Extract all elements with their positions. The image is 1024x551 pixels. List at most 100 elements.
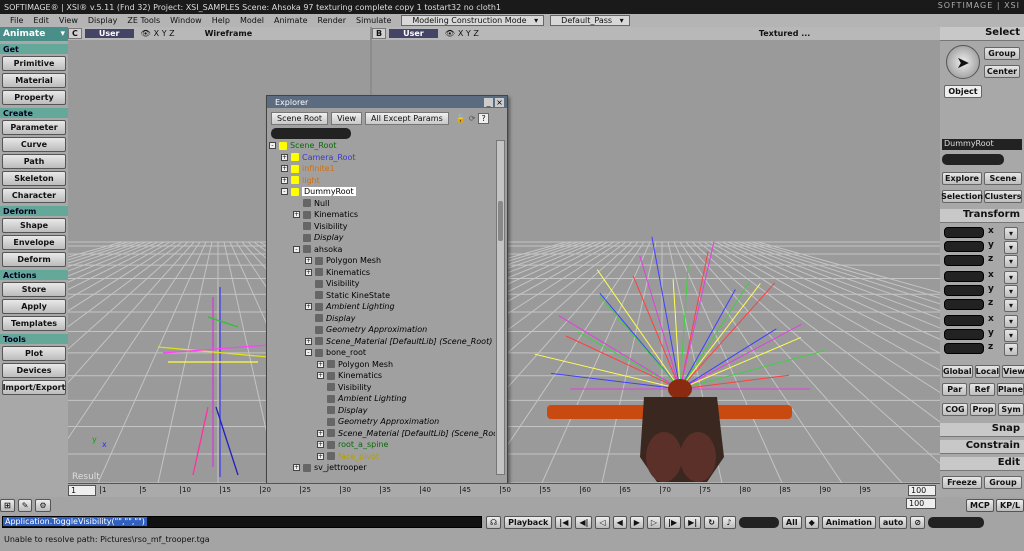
arrow-select-icon[interactable]: ➤	[946, 45, 980, 79]
pass-dropdown[interactable]: Default_Pass ▾	[550, 15, 630, 26]
expand-toggle-icon[interactable]: -	[269, 142, 276, 150]
transform-field[interactable]	[944, 271, 984, 282]
transform-field[interactable]	[944, 299, 984, 310]
expand-toggle-icon[interactable]: +	[317, 452, 324, 460]
command-line[interactable]: Application.ToggleVisibility("","","")	[2, 516, 482, 528]
primitive-button[interactable]: Primitive	[2, 56, 66, 71]
apply-button[interactable]: Apply	[2, 299, 66, 314]
shape-button[interactable]: Shape	[2, 218, 66, 233]
scene-button[interactable]: Scene	[984, 172, 1022, 185]
explorer-search-input[interactable]	[271, 128, 351, 139]
viewport-b-letter[interactable]: B	[372, 28, 387, 39]
edit-header[interactable]: Edit	[940, 457, 1024, 471]
transform-field[interactable]	[944, 329, 984, 340]
tree-node[interactable]: + face_pivot	[269, 451, 495, 463]
constrain-header[interactable]: Constrain	[940, 440, 1024, 454]
tree-node[interactable]: + Kinematics	[269, 370, 495, 382]
all-button[interactable]: All	[781, 516, 802, 529]
par-button[interactable]: Par	[942, 383, 968, 396]
expand-toggle-icon[interactable]: +	[317, 441, 324, 449]
transform-menu-icon[interactable]: ▾	[1004, 285, 1018, 298]
tree-node[interactable]: Display	[269, 405, 495, 417]
kpl-button[interactable]: KP/L	[996, 499, 1024, 512]
eye-icon[interactable]: 👁	[445, 29, 455, 38]
selection-button[interactable]: Selection	[941, 190, 983, 203]
tree-node[interactable]: - DummyRoot	[269, 186, 495, 198]
transform-field[interactable]	[944, 315, 984, 326]
expand-toggle-icon[interactable]: +	[317, 360, 324, 368]
script-tool-icon[interactable]: ⚙	[35, 499, 51, 512]
tree-node[interactable]: + Camera_Root	[269, 152, 495, 164]
tree-node[interactable]: + infinite1	[269, 163, 495, 175]
explorer-title-bar[interactable]: Explorer _ ×	[267, 96, 507, 108]
cog-button[interactable]: COG	[942, 403, 968, 416]
object-name-field[interactable]: DummyRoot	[942, 139, 1022, 150]
delete-key-icon[interactable]: ⊘	[910, 516, 926, 529]
transform-menu-icon[interactable]: ▾	[1004, 227, 1018, 240]
parameter-button[interactable]: Parameter	[2, 120, 66, 135]
timeline[interactable]: Result 1 1 5 10 15 20 25 30 35 40 45 50 55 60 65 70 75 8…	[68, 472, 940, 497]
expand-toggle-icon[interactable]: +	[293, 211, 300, 219]
explorer-scrollbar[interactable]	[496, 140, 505, 475]
devices-button[interactable]: Devices	[2, 363, 66, 378]
tree-node[interactable]: Display	[269, 232, 495, 244]
tree-node[interactable]: Geometry Approximation	[269, 324, 495, 336]
expand-toggle-icon[interactable]: -	[293, 245, 300, 253]
transform-field[interactable]	[944, 255, 984, 266]
play-backward-icon[interactable]: ◀	[612, 516, 627, 529]
expand-toggle-icon[interactable]: +	[305, 268, 312, 276]
audio-icon[interactable]: ♪	[721, 516, 736, 529]
tree-node[interactable]: Visibility	[269, 221, 495, 233]
tree-node[interactable]: Static KineState	[269, 290, 495, 302]
tree-node[interactable]: + Polygon Mesh	[269, 255, 495, 267]
viewport-b-shading[interactable]: Textured ...	[759, 29, 811, 38]
plot-button[interactable]: Plot	[2, 346, 66, 361]
prop-button[interactable]: Prop	[970, 403, 996, 416]
viewport-c-letter[interactable]: C	[68, 28, 82, 39]
deform-button[interactable]: Deform	[2, 252, 66, 267]
expand-toggle-icon[interactable]: +	[305, 337, 312, 345]
menu-item-ze-tools[interactable]: ZE Tools	[122, 16, 165, 25]
prev-key-icon[interactable]: ◀|	[575, 516, 593, 529]
expand-toggle-icon[interactable]: +	[317, 429, 324, 437]
global-button[interactable]: Global	[942, 365, 973, 378]
mcp-button[interactable]: MCP	[966, 499, 994, 512]
menu-item-edit[interactable]: Edit	[28, 16, 54, 25]
tree-node[interactable]: - bone_root	[269, 347, 495, 359]
envelope-button[interactable]: Envelope	[2, 235, 66, 250]
tree-node[interactable]: + Scene_Material [DefaultLib] (Scene_Root…	[269, 336, 495, 348]
mode-selector[interactable]: Animate ▾	[0, 27, 68, 41]
templates-button[interactable]: Templates	[2, 316, 66, 331]
material-button[interactable]: Material	[2, 73, 66, 88]
transform-menu-icon[interactable]: ▾	[1004, 343, 1018, 356]
explore-button[interactable]: Explore	[942, 172, 982, 185]
first-frame-icon[interactable]: |◀	[555, 516, 573, 529]
transform-menu-icon[interactable]: ▾	[1004, 271, 1018, 284]
plane-button[interactable]: Plane	[996, 383, 1024, 396]
brush-tool-icon[interactable]: ✎	[17, 499, 33, 512]
menu-item-file[interactable]: File	[5, 16, 28, 25]
transform-menu-icon[interactable]: ▾	[1004, 255, 1018, 268]
tree-node[interactable]: Geometry Approximation	[269, 416, 495, 428]
eye-icon[interactable]: 👁	[141, 29, 151, 38]
scope-button[interactable]: Scene Root	[271, 111, 329, 125]
tree-node[interactable]: Null	[269, 198, 495, 210]
tree-node[interactable]: + sv_jettrooper	[269, 462, 495, 474]
ref-button[interactable]: Ref	[969, 383, 995, 396]
expand-toggle-icon[interactable]: +	[281, 176, 288, 184]
filter-button[interactable]: All Except Params	[365, 111, 449, 125]
playback-button[interactable]: Playback	[504, 516, 553, 529]
viewport-c-shading[interactable]: Wireframe	[205, 29, 253, 38]
refresh-icon[interactable]: ⟳	[469, 114, 476, 123]
tree-node[interactable]: + root_a_spine	[269, 439, 495, 451]
menu-item-model[interactable]: Model	[235, 16, 269, 25]
expand-toggle-icon[interactable]: -	[305, 349, 312, 357]
timeline-end-right-field[interactable]: 100	[906, 498, 936, 509]
auto-key-button[interactable]: auto	[878, 516, 908, 529]
lock-icon[interactable]: 🔒	[456, 114, 466, 123]
tree-node[interactable]: + Kinematics	[269, 267, 495, 279]
help-icon[interactable]: ?	[478, 112, 489, 124]
property-button[interactable]: Property	[2, 90, 66, 105]
timeline-start-field[interactable]: 1	[68, 485, 96, 496]
select-tool-icon[interactable]: ⊞	[0, 499, 15, 512]
